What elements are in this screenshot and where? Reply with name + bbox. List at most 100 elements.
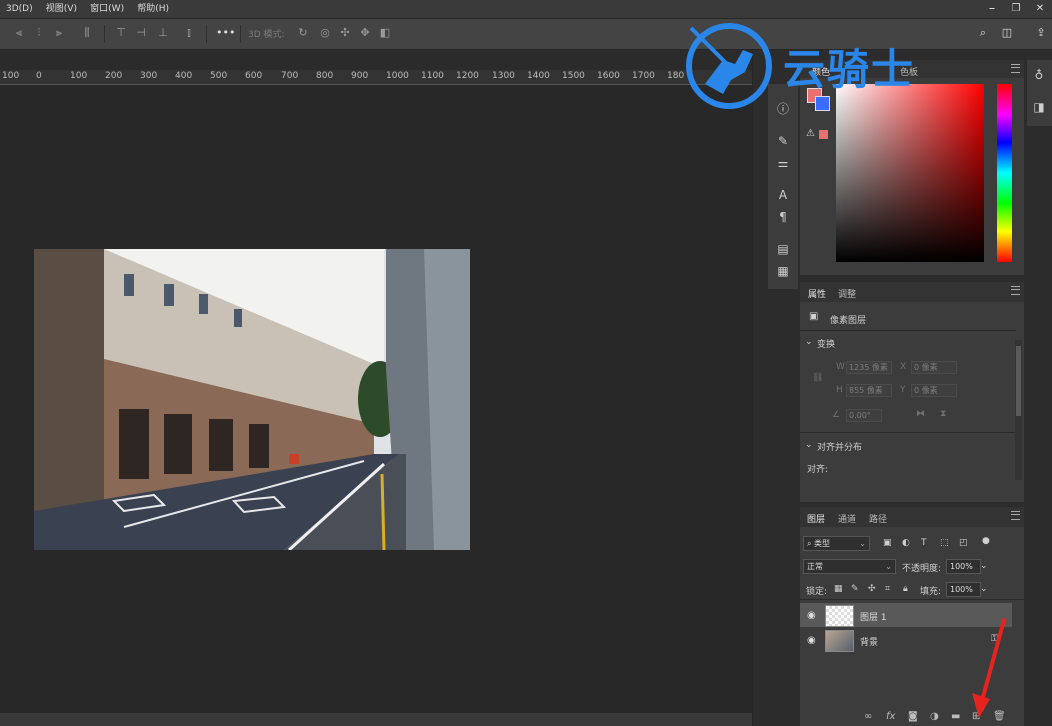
blend-mode-select[interactable]: 正常 ⌄ bbox=[803, 559, 896, 574]
height-field[interactable]: 855 像素 bbox=[846, 384, 892, 397]
tab-adjustments[interactable]: 调整 bbox=[838, 287, 856, 300]
minimize-button[interactable]: ⎯ bbox=[980, 0, 1004, 18]
more-options-icon[interactable]: ••• bbox=[216, 26, 235, 40]
watermark-logo-icon bbox=[686, 23, 772, 109]
menu-3d[interactable]: 3D(D) bbox=[6, 0, 33, 18]
lock-artboard-icon[interactable]: ⌗ bbox=[885, 584, 890, 594]
share-icon[interactable]: ⇪ bbox=[1034, 26, 1048, 40]
libraries-panel-icon[interactable]: ◨ bbox=[1032, 100, 1046, 114]
opacity-field[interactable]: 100% bbox=[946, 559, 981, 574]
flip-horizontal-icon[interactable]: ⧓ bbox=[916, 409, 925, 419]
x-field[interactable]: 0 像素 bbox=[911, 361, 957, 374]
brush-settings-icon[interactable]: ✎ bbox=[776, 134, 790, 148]
layer-type-label: 像素图层 bbox=[830, 316, 867, 326]
tab-layers[interactable]: 图层 bbox=[807, 512, 825, 525]
ruler-label: 1300 bbox=[492, 71, 515, 81]
lock-all-icon[interactable]: 🔒︎ bbox=[903, 584, 908, 594]
ruler-label: 1700 bbox=[632, 71, 655, 81]
angle-field[interactable]: 0.00° bbox=[846, 409, 882, 422]
separator bbox=[104, 25, 105, 43]
align-left-icon[interactable]: ⫷ bbox=[12, 26, 26, 40]
ruler-label: 900 bbox=[351, 71, 369, 81]
adjustments-icon[interactable]: ⚌ bbox=[776, 156, 790, 170]
properties-scrollbar[interactable] bbox=[1015, 340, 1022, 480]
gamut-warning-swatch[interactable] bbox=[819, 130, 828, 139]
tab-paths[interactable]: 路径 bbox=[869, 512, 887, 525]
search-icon: ⌕ bbox=[807, 539, 815, 548]
distribute-icon[interactable]: ⫼ bbox=[80, 26, 94, 40]
document-image[interactable] bbox=[34, 249, 470, 550]
ruler-label: 1100 bbox=[421, 71, 444, 81]
mask-icon[interactable]: ◙ bbox=[908, 711, 918, 722]
slide-3d-icon[interactable]: ✥ bbox=[358, 26, 372, 40]
scrollbar-thumb[interactable] bbox=[1016, 346, 1021, 416]
workspace-icon[interactable]: ◫ bbox=[1000, 26, 1014, 40]
drag-3d-icon[interactable]: ✣ bbox=[338, 26, 352, 40]
lock-position-icon[interactable]: ✣ bbox=[868, 584, 876, 594]
restore-button[interactable]: ❐ bbox=[1004, 0, 1028, 18]
tab-properties[interactable]: 属性 bbox=[808, 287, 826, 300]
menu-help[interactable]: 帮助(H) bbox=[137, 0, 169, 18]
layer-name[interactable]: 背景 bbox=[860, 635, 878, 648]
tab-channels[interactable]: 通道 bbox=[838, 512, 856, 525]
align-top-icon[interactable]: ⊤ bbox=[114, 26, 128, 40]
lock-transparent-icon[interactable]: ▦ bbox=[834, 584, 843, 594]
align-section-title[interactable]: 对齐并分布 bbox=[817, 440, 862, 453]
filter-kind-value: 类型 bbox=[814, 539, 831, 548]
align-right-icon[interactable]: ⫸ bbox=[52, 26, 66, 40]
fx-icon[interactable]: fx bbox=[886, 711, 895, 722]
window-controls: ⎯ ❐ ✕ bbox=[980, 0, 1052, 18]
ruler-label: 800 bbox=[316, 71, 334, 81]
divider bbox=[800, 330, 1016, 331]
layer-filter-kind-select[interactable]: ⌕ 类型 ⌄ bbox=[803, 536, 870, 551]
link-icon[interactable]: ⛓ bbox=[812, 373, 823, 383]
roll-3d-icon[interactable]: ◎ bbox=[318, 26, 332, 40]
panel-icon-strip-right: ♁ ◨ bbox=[1027, 60, 1052, 126]
ruler-label: 0 bbox=[36, 71, 42, 81]
filter-shape-icon[interactable]: ⬚ bbox=[940, 538, 949, 548]
filter-smart-object-icon[interactable]: ◰ bbox=[959, 538, 968, 548]
panel-menu-icon[interactable] bbox=[1011, 511, 1020, 520]
layer-name[interactable]: 图层 1 bbox=[860, 610, 887, 623]
flip-vertical-icon[interactable]: ⧗ bbox=[940, 409, 946, 419]
y-field[interactable]: 0 像素 bbox=[911, 384, 957, 397]
distribute-v-icon[interactable]: ⫾ bbox=[182, 26, 196, 40]
layers-panel-tabs: 图层 通道 路径 bbox=[800, 507, 1024, 527]
notes-icon[interactable]: ▦ bbox=[776, 264, 790, 278]
character-icon[interactable]: A bbox=[776, 188, 790, 202]
paragraph-icon[interactable]: ¶ bbox=[776, 210, 790, 224]
libraries-icon[interactable]: ▤ bbox=[776, 242, 790, 256]
align-vcenter-icon[interactable]: ⊣ bbox=[134, 26, 148, 40]
chevron-down-icon[interactable]: ⌄ bbox=[980, 584, 988, 594]
align-hcenter-icon[interactable]: ⫶ bbox=[32, 26, 46, 40]
menu-window[interactable]: 窗口(W) bbox=[90, 0, 124, 18]
eye-icon[interactable]: ◉ bbox=[807, 635, 816, 646]
filter-toggle-icon[interactable]: ● bbox=[982, 536, 990, 546]
chevron-down-icon[interactable]: ⌄ bbox=[980, 561, 988, 571]
close-button[interactable]: ✕ bbox=[1028, 0, 1052, 18]
eye-icon[interactable]: ◉ bbox=[807, 610, 816, 621]
transform-section-title[interactable]: 变换 bbox=[817, 337, 835, 350]
camera-3d-icon[interactable]: ◧ bbox=[378, 26, 392, 40]
chevron-down-icon[interactable]: ⌄ bbox=[805, 440, 813, 450]
learn-icon[interactable]: ♁ bbox=[1032, 68, 1046, 82]
adjustment-icon[interactable]: ◑ bbox=[930, 711, 939, 722]
align-bottom-icon[interactable]: ⊥ bbox=[156, 26, 170, 40]
fill-field[interactable]: 100% bbox=[946, 582, 981, 597]
panel-menu-icon[interactable] bbox=[1011, 286, 1020, 295]
filter-adjustment-icon[interactable]: ◐ bbox=[902, 538, 910, 548]
menu-view[interactable]: 视图(V) bbox=[46, 0, 77, 18]
hue-slider[interactable] bbox=[997, 84, 1012, 262]
lock-label: 锁定: bbox=[806, 587, 828, 597]
orbit-3d-icon[interactable]: ↻ bbox=[296, 26, 310, 40]
chevron-down-icon[interactable]: ⌄ bbox=[805, 337, 813, 347]
pixel-layer-icon: ▣ bbox=[809, 311, 819, 322]
lock-image-icon[interactable]: ✎ bbox=[851, 584, 859, 594]
chevron-down-icon: ⌄ bbox=[885, 562, 892, 571]
ruler-label: 1600 bbox=[597, 71, 620, 81]
filter-type-icon[interactable]: T bbox=[921, 538, 927, 548]
width-field[interactable]: 1235 像素 bbox=[846, 361, 892, 374]
link-icon[interactable]: ∞ bbox=[864, 711, 872, 722]
filter-pixel-icon[interactable]: ▣ bbox=[883, 538, 892, 548]
panel-menu-icon[interactable] bbox=[1011, 64, 1020, 73]
